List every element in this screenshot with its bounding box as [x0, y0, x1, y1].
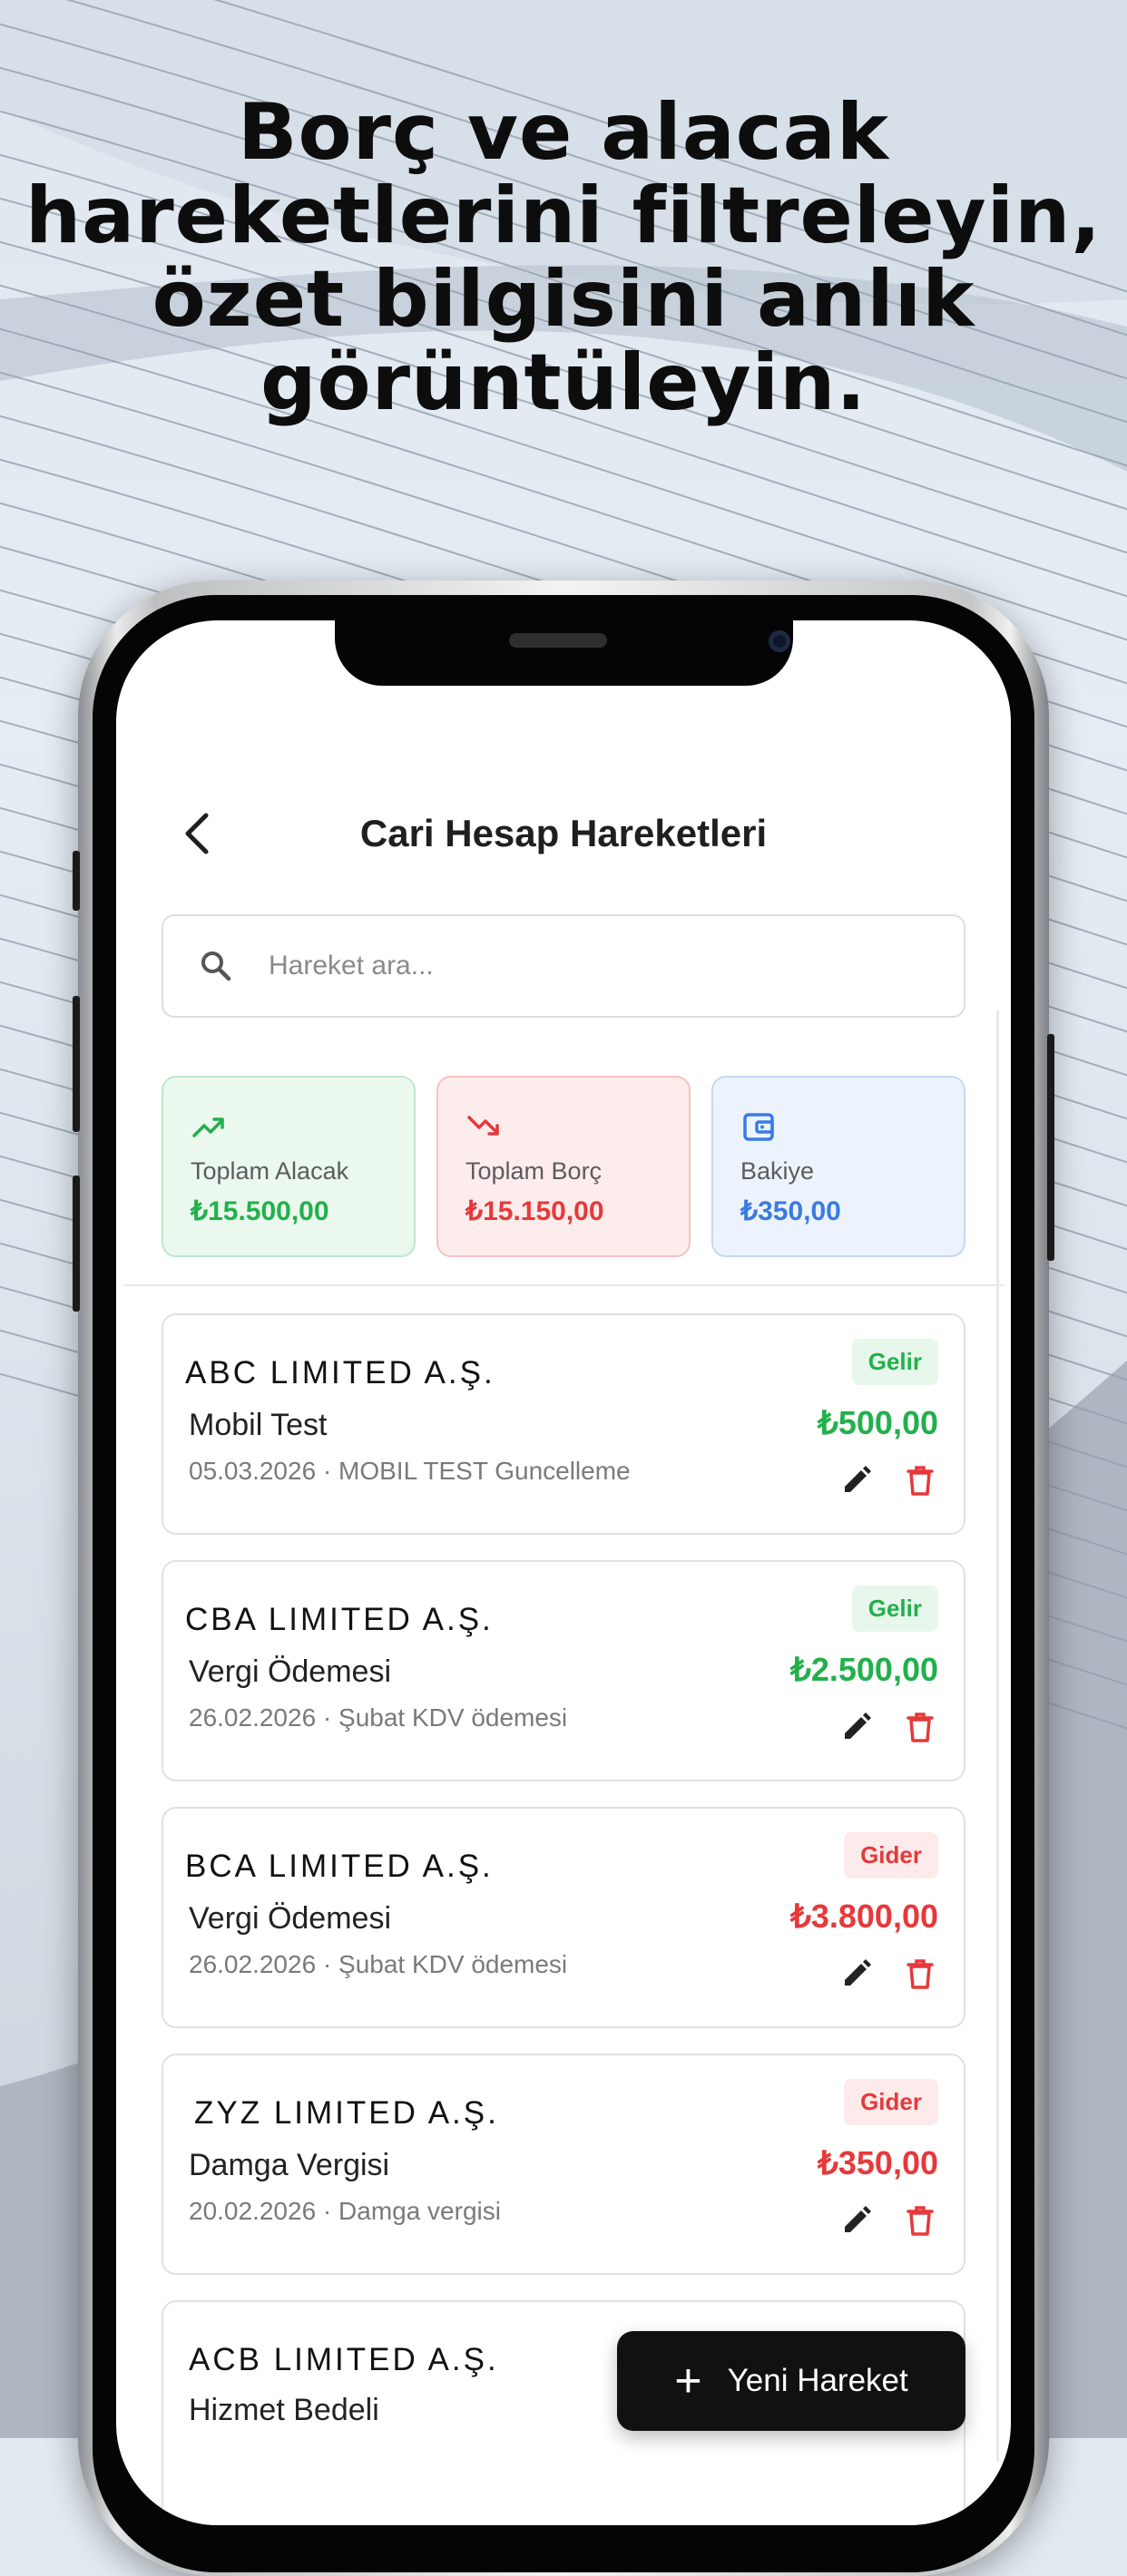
transaction-card[interactable]: ZYZ LIMITED A.Ş. Damga Vergisi 20.02.202…	[162, 2054, 965, 2275]
transaction-amount: ₺350,00	[817, 2144, 938, 2181]
page-title: Cari Hesap Hareketleri	[359, 812, 768, 854]
delete-button[interactable]	[902, 2202, 938, 2239]
delete-button[interactable]	[902, 1956, 938, 1992]
scrollbar[interactable]	[996, 1010, 999, 2462]
summary-value: ₺15.150,00	[466, 1196, 604, 1226]
search-box[interactable]	[162, 914, 965, 1018]
summary-value: ₺350,00	[740, 1196, 841, 1226]
transaction-title: Damga Vergisi	[189, 2148, 390, 2182]
phone-side-button	[73, 851, 80, 911]
summary-card-balance: Bakiye ₺350,00	[711, 1076, 965, 1257]
transaction-title: Mobil Test	[189, 1408, 328, 1442]
transaction-meta: 20.02.2026 · Damga vergisi	[189, 2197, 501, 2225]
type-badge: Gelir	[851, 1339, 938, 1385]
transaction-card[interactable]: CBA LIMITED A.Ş. Vergi Ödemesi 26.02.202…	[162, 1560, 965, 1781]
summary-label: Toplam Alacak	[191, 1157, 349, 1185]
delete-button[interactable]	[902, 1709, 938, 1745]
summary-card-payable: Toplam Borç ₺15.150,00	[436, 1076, 691, 1257]
plus-icon: +	[674, 2355, 702, 2407]
pencil-icon	[845, 1712, 871, 1739]
summary-label: Bakiye	[740, 1157, 815, 1185]
transaction-amount: ₺2.500,00	[789, 1651, 938, 1688]
transaction-company: ZYZ LIMITED A.Ş.	[194, 2095, 499, 2131]
promo-headline-line: hareketlerini filtreleyin,	[24, 171, 1102, 261]
promo-headline: Borç ve alacak hareketlerini filtreleyin…	[0, 91, 1127, 424]
pencil-icon	[845, 2206, 871, 2232]
phone-notch	[335, 620, 793, 686]
transaction-company: ACB LIMITED A.Ş.	[189, 2342, 499, 2377]
type-badge: Gider	[844, 2079, 938, 2125]
transaction-meta: 26.02.2026 · Şubat KDV ödemesi	[189, 1703, 568, 1732]
edit-button[interactable]	[838, 1956, 875, 1992]
chevron-left-icon	[185, 813, 209, 854]
transaction-meta: 05.03.2026 · MOBIL TEST Guncelleme	[189, 1457, 631, 1485]
promo-headline-line: görüntüleyin.	[260, 337, 867, 428]
transaction-card[interactable]: BCA LIMITED A.Ş. Vergi Ödemesi 26.02.202…	[162, 1807, 965, 2028]
transaction-amount: ₺3.800,00	[789, 1898, 938, 1935]
transaction-company: CBA LIMITED A.Ş.	[185, 1602, 494, 1637]
transaction-amount: ₺500,00	[817, 1404, 938, 1441]
transaction-meta: 26.02.2026 · Şubat KDV ödemesi	[189, 1950, 568, 1978]
edit-button[interactable]	[838, 2202, 875, 2239]
transaction-company: BCA LIMITED A.Ş.	[185, 1849, 494, 1884]
pencil-icon	[845, 1466, 871, 1492]
phone-power-button	[1047, 1034, 1054, 1261]
promo-headline-line: özet bilgisini anlık	[152, 254, 975, 345]
transaction-title: Vergi Ödemesi	[189, 1654, 391, 1689]
summary-label: Toplam Borç	[466, 1157, 603, 1185]
transaction-card[interactable]: ABC LIMITED A.Ş. Mobil Test 05.03.2026 ·…	[162, 1313, 965, 1535]
pencil-icon	[845, 1959, 871, 1986]
phone-volume-down-button	[73, 1176, 80, 1312]
back-button[interactable]	[165, 802, 229, 865]
speaker-grille	[509, 633, 607, 648]
search-input[interactable]	[267, 950, 906, 982]
edit-button[interactable]	[838, 1462, 875, 1498]
trending-up-icon	[192, 1117, 224, 1137]
trending-down-icon	[467, 1116, 499, 1136]
promo-headline-line: Borç ve alacak	[237, 87, 890, 178]
transaction-title: Vergi Ödemesi	[189, 1901, 391, 1936]
phone-screen: Cari Hesap Hareketleri Toplam Alacak ₺15…	[116, 620, 1011, 2525]
delete-button[interactable]	[902, 1462, 938, 1498]
wallet-icon	[743, 1113, 774, 1141]
new-transaction-button[interactable]: + Yeni Hareket	[617, 2331, 965, 2431]
section-divider	[123, 1284, 1004, 1286]
front-camera	[769, 630, 790, 652]
summary-value: ₺15.500,00	[191, 1196, 329, 1226]
type-badge: Gelir	[851, 1586, 938, 1632]
transaction-title: Hizmet Bedeli	[189, 2393, 379, 2427]
summary-card-receivable: Toplam Alacak ₺15.500,00	[162, 1076, 416, 1257]
transaction-company: ABC LIMITED A.Ş.	[185, 1355, 495, 1390]
type-badge: Gider	[844, 1832, 938, 1878]
search-icon	[201, 951, 231, 981]
trash-icon	[906, 1466, 934, 1496]
trash-icon	[906, 1959, 934, 1989]
phone-volume-up-button	[73, 996, 80, 1132]
trash-icon	[906, 1712, 934, 1742]
new-transaction-label: Yeni Hareket	[727, 2363, 908, 2398]
trash-icon	[906, 2206, 934, 2236]
edit-button[interactable]	[838, 1709, 875, 1745]
